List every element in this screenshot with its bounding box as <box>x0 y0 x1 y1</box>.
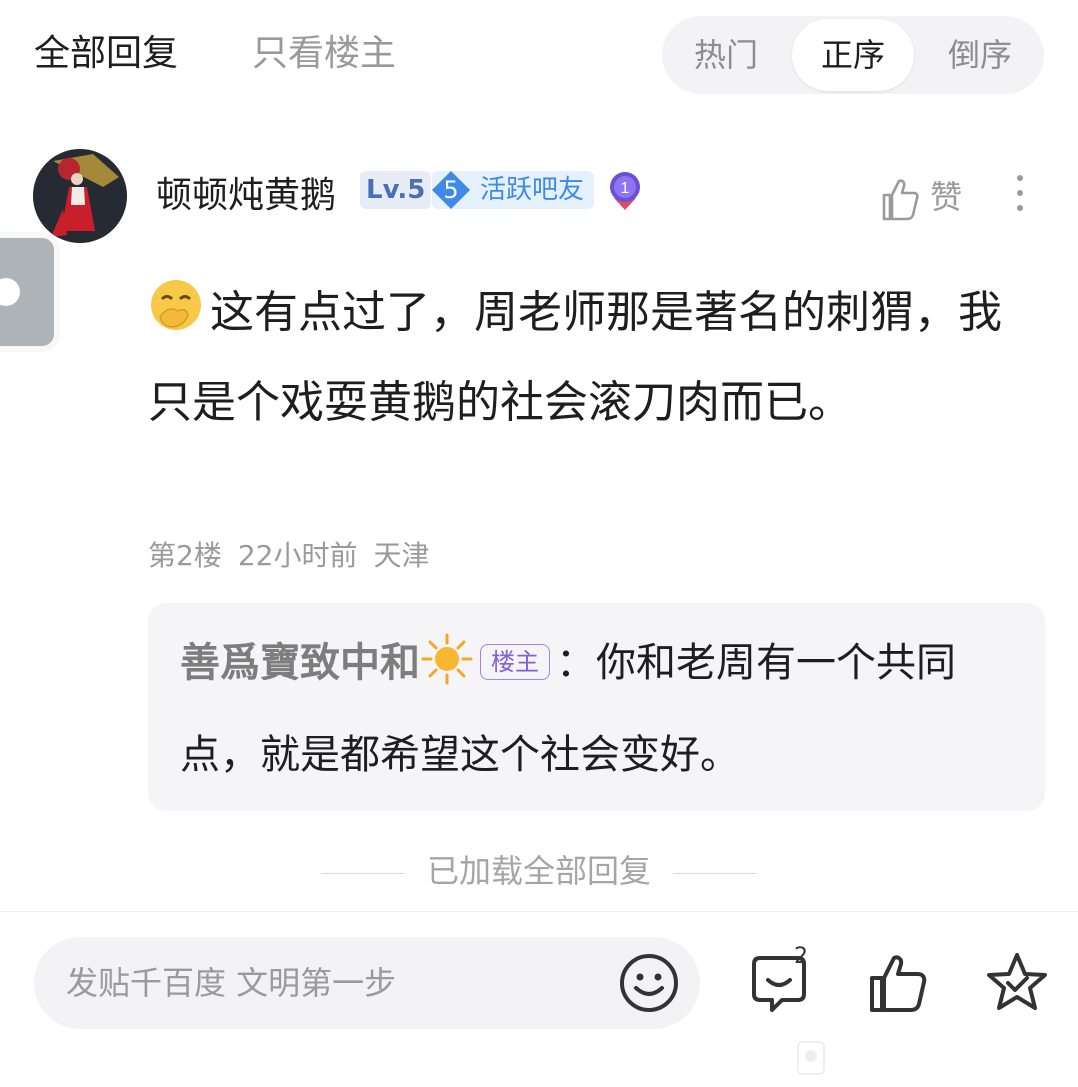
like-button[interactable]: 赞 <box>880 172 962 221</box>
active-member-badge: 5 活跃吧友 <box>432 171 594 209</box>
sun-icon <box>420 627 474 685</box>
comment-time: 22小时前 <box>237 539 358 572</box>
active-badge-number: 5 <box>432 171 470 209</box>
like-label: 赞 <box>930 178 963 216</box>
comment-text: 这有点过了，周老师那是著名的刺猬，我只是个戏耍黄鹅的社会滚刀肉而已。 <box>148 287 1002 428</box>
comment-content: 这有点过了，周老师那是著名的刺猬，我只是个戏耍黄鹅的社会滚刀肉而已。 <box>148 268 1038 448</box>
active-badge-label: 活跃吧友 <box>480 175 585 205</box>
sort-ascending-option[interactable]: 正序 <box>792 19 914 91</box>
more-options-icon[interactable] <box>1010 175 1030 215</box>
loaded-all-text: 已加载全部回复 <box>426 852 651 890</box>
tab-op-only[interactable]: 只看楼主 <box>252 24 396 76</box>
comment-username[interactable]: 顿顿炖黄鹅 <box>156 166 336 218</box>
sort-descending-option[interactable]: 倒序 <box>916 16 1044 94</box>
comment-location: 天津 <box>373 539 430 572</box>
floor-number: 第2楼 <box>148 539 222 572</box>
divider-line-left <box>320 872 405 874</box>
medal-icon: 1 <box>610 172 640 210</box>
comment-meta: 第2楼 22小时前 天津 <box>148 534 445 574</box>
bottom-bar-divider <box>0 911 1078 912</box>
reply-colon: ： <box>556 640 596 686</box>
sort-segmented-control: 热门 正序 倒序 <box>662 16 1044 94</box>
op-tag: 楼主 <box>480 644 550 680</box>
divider-line-right <box>673 872 757 874</box>
floating-side-button[interactable] <box>0 238 54 346</box>
watermark-icon <box>797 1041 825 1075</box>
medal-number: 1 <box>621 180 630 197</box>
reply-box[interactable]: 善爲寶致中和 楼主 ：你和老周有一个共同点，就是都希望这个社会变好。 <box>148 603 1045 811</box>
comment-input[interactable]: 发贴千百度 文明第一步 <box>34 937 700 1029</box>
face-with-hand-over-mouth-emoji <box>148 274 204 330</box>
comment-input-placeholder: 发贴千百度 文明第一步 <box>66 964 397 1002</box>
thumbs-up-icon <box>882 179 919 221</box>
avatar[interactable] <box>33 149 127 243</box>
reply-content: 善爲寶致中和 楼主 ：你和老周有一个共同点，就是都希望这个社会变好。 <box>180 617 1010 801</box>
floating-dot-icon <box>0 278 20 306</box>
favorite-star-icon[interactable] <box>984 950 1050 1016</box>
thumbs-up-icon[interactable] <box>866 950 932 1016</box>
level-badge: Lv.5 <box>360 171 432 209</box>
emoji-picker-icon[interactable] <box>618 952 680 1014</box>
sort-hot-option[interactable]: 热门 <box>662 16 790 94</box>
tab-all-replies[interactable]: 全部回复 <box>34 24 178 76</box>
reply-author[interactable]: 善爲寶致中和 <box>180 640 420 686</box>
reply-count-badge: 2 <box>794 944 808 969</box>
loaded-all-indicator: 已加载全部回复 <box>0 846 1078 892</box>
